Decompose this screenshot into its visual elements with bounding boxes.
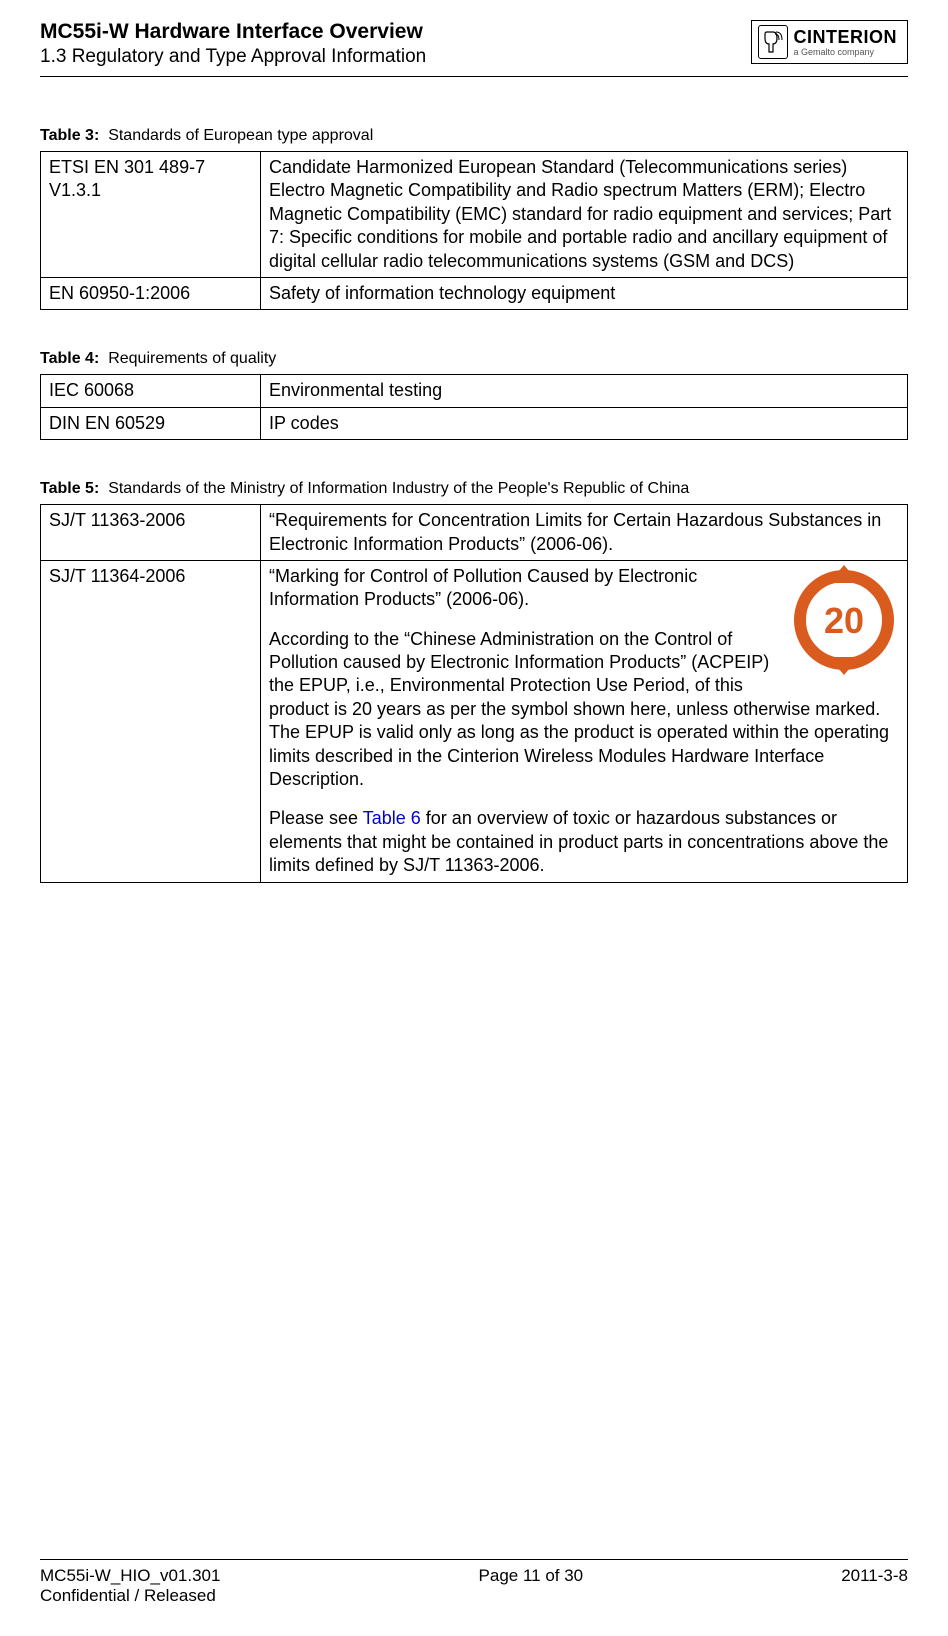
title-block: MC55i-W Hardware Interface Overview 1.3 … xyxy=(40,20,751,68)
table5-caption-text: Standards of the Ministry of Information… xyxy=(108,480,689,497)
footer-page: Page 11 of 30 xyxy=(479,1566,584,1606)
table3-label: Table 3: xyxy=(40,127,99,144)
cell: SJ/T 11363-2006 xyxy=(41,505,261,561)
cell: DIN EN 60529 xyxy=(41,407,261,439)
cell: ETSI EN 301 489-7 V1.3.1 xyxy=(41,152,261,278)
table-row: SJ/T 11363-2006 “Requirements for Concen… xyxy=(41,505,908,561)
footer-date: 2011-3-8 xyxy=(841,1566,908,1606)
footer-doc-id: MC55i-W_HIO_v01.301 xyxy=(40,1566,220,1586)
doc-title: MC55i-W Hardware Interface Overview xyxy=(40,20,751,44)
footer-left: MC55i-W_HIO_v01.301 Confidential / Relea… xyxy=(40,1566,220,1606)
brand-logo: CINTERION a Gemalto company xyxy=(751,20,909,64)
logo-main-text: CINTERION xyxy=(794,28,898,46)
footer-divider xyxy=(40,1559,908,1560)
doc-section: 1.3 Regulatory and Type Approval Informa… xyxy=(40,46,751,68)
footer-row: MC55i-W_HIO_v01.301 Confidential / Relea… xyxy=(40,1566,908,1606)
cell: Safety of information technology equipme… xyxy=(261,277,908,309)
table4-caption: Table 4: Requirements of quality xyxy=(40,350,908,368)
table-row: ETSI EN 301 489-7 V1.3.1 Candidate Harmo… xyxy=(41,152,908,278)
main-content: Table 3: Standards of European type appr… xyxy=(40,127,908,883)
epup-cell: 20 “Marking for Control of Pollution Cau… xyxy=(269,565,899,878)
t5r2-p3: Please see Table 6 for an overview of to… xyxy=(269,807,899,877)
table5: SJ/T 11363-2006 “Requirements for Concen… xyxy=(40,504,908,882)
table-row: SJ/T 11364-2006 20 “Marking for Control … xyxy=(41,560,908,882)
table-row: DIN EN 60529 IP codes xyxy=(41,407,908,439)
table3-caption: Table 3: Standards of European type appr… xyxy=(40,127,908,145)
table-row: EN 60950-1:2006 Safety of information te… xyxy=(41,277,908,309)
p3a: Please see xyxy=(269,808,363,828)
cell: IP codes xyxy=(261,407,908,439)
epup-icon: 20 xyxy=(789,565,899,675)
page-footer: MC55i-W_HIO_v01.301 Confidential / Relea… xyxy=(40,1559,908,1606)
signal-icon xyxy=(758,25,788,59)
logo-text: CINTERION a Gemalto company xyxy=(794,28,898,57)
table6-link[interactable]: Table 6 xyxy=(363,808,421,828)
cell: “Requirements for Concentration Limits f… xyxy=(261,505,908,561)
cell: IEC 60068 xyxy=(41,375,261,407)
table5-caption: Table 5: Standards of the Ministry of In… xyxy=(40,480,908,498)
table5-label: Table 5: xyxy=(40,480,99,497)
header-divider xyxy=(40,76,908,77)
cell: Candidate Harmonized European Standard (… xyxy=(261,152,908,278)
table4-label: Table 4: xyxy=(40,350,99,367)
table4-caption-text: Requirements of quality xyxy=(108,350,276,367)
page-header: MC55i-W Hardware Interface Overview 1.3 … xyxy=(40,20,908,68)
footer-confidential: Confidential / Released xyxy=(40,1586,220,1606)
table4: IEC 60068 Environmental testing DIN EN 6… xyxy=(40,374,908,440)
cell: 20 “Marking for Control of Pollution Cau… xyxy=(261,560,908,882)
table3-caption-text: Standards of European type approval xyxy=(108,127,373,144)
epup-value: 20 xyxy=(824,600,864,641)
logo-sub-text: a Gemalto company xyxy=(794,48,898,57)
cell: Environmental testing xyxy=(261,375,908,407)
cell: EN 60950-1:2006 xyxy=(41,277,261,309)
table3: ETSI EN 301 489-7 V1.3.1 Candidate Harmo… xyxy=(40,151,908,310)
cell: SJ/T 11364-2006 xyxy=(41,560,261,882)
table-row: IEC 60068 Environmental testing xyxy=(41,375,908,407)
